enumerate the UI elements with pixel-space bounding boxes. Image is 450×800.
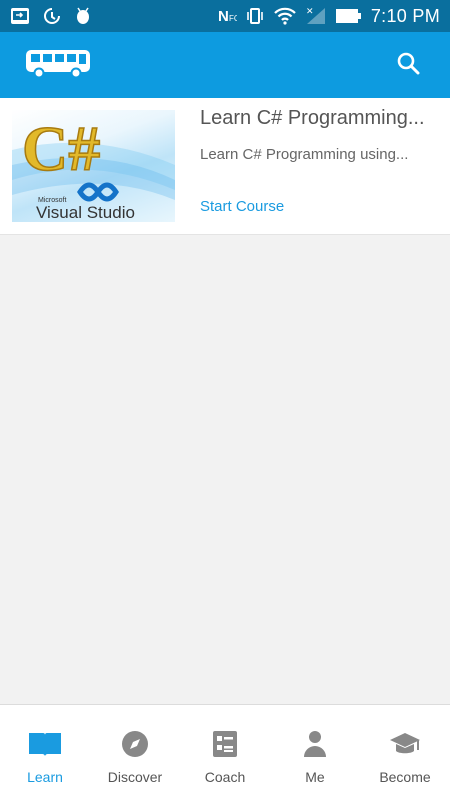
vibrate-icon [245,6,265,26]
clipboard-icon [208,729,242,759]
svg-text:FC: FC [229,14,237,22]
sync-icon [42,6,62,26]
nfc-label: N [218,7,229,25]
svg-text:✕: ✕ [306,6,314,16]
clock-time: 7:10 PM [370,5,440,26]
signal-icon: ✕ [305,6,327,26]
nav-learn[interactable]: Learn [0,705,90,800]
app-bar [0,32,450,98]
person-icon [298,729,332,759]
nav-discover[interactable]: Discover [90,705,180,800]
book-icon [28,729,62,759]
battery-icon [335,7,363,25]
nav-me[interactable]: Me [270,705,360,800]
nav-coach[interactable]: Coach [180,705,270,800]
wifi-icon [273,6,297,26]
nav-become-label: Become [379,769,431,785]
start-course-button[interactable]: Start Course [200,198,284,215]
course-thumbnail[interactable]: C# Microsoft Visual Studio [12,110,175,222]
nav-me-label: Me [305,769,325,785]
csharp-logo: C# [22,113,100,184]
course-title[interactable]: Learn C# Programming... [200,107,430,130]
visual-studio-label: Visual Studio [36,203,135,222]
screen-share-icon [10,6,30,26]
search-icon [396,51,420,80]
bus-icon[interactable] [24,47,94,84]
android-debug-icon [74,6,92,26]
nfc-icon: N FC [218,8,237,25]
nav-learn-label: Learn [27,769,63,785]
course-description: Learn C# Programming using... [200,146,409,163]
bottom-navigation: Learn Discover Coach Me Become [0,704,450,800]
nav-discover-label: Discover [107,769,163,785]
nav-coach-label: Coach [204,769,246,785]
status-bar: N FC ✕ 7:10 PM [0,0,450,32]
graduation-cap-icon [388,729,422,759]
nav-become[interactable]: Become [360,705,450,800]
search-button[interactable] [390,47,426,83]
compass-icon [118,729,152,759]
